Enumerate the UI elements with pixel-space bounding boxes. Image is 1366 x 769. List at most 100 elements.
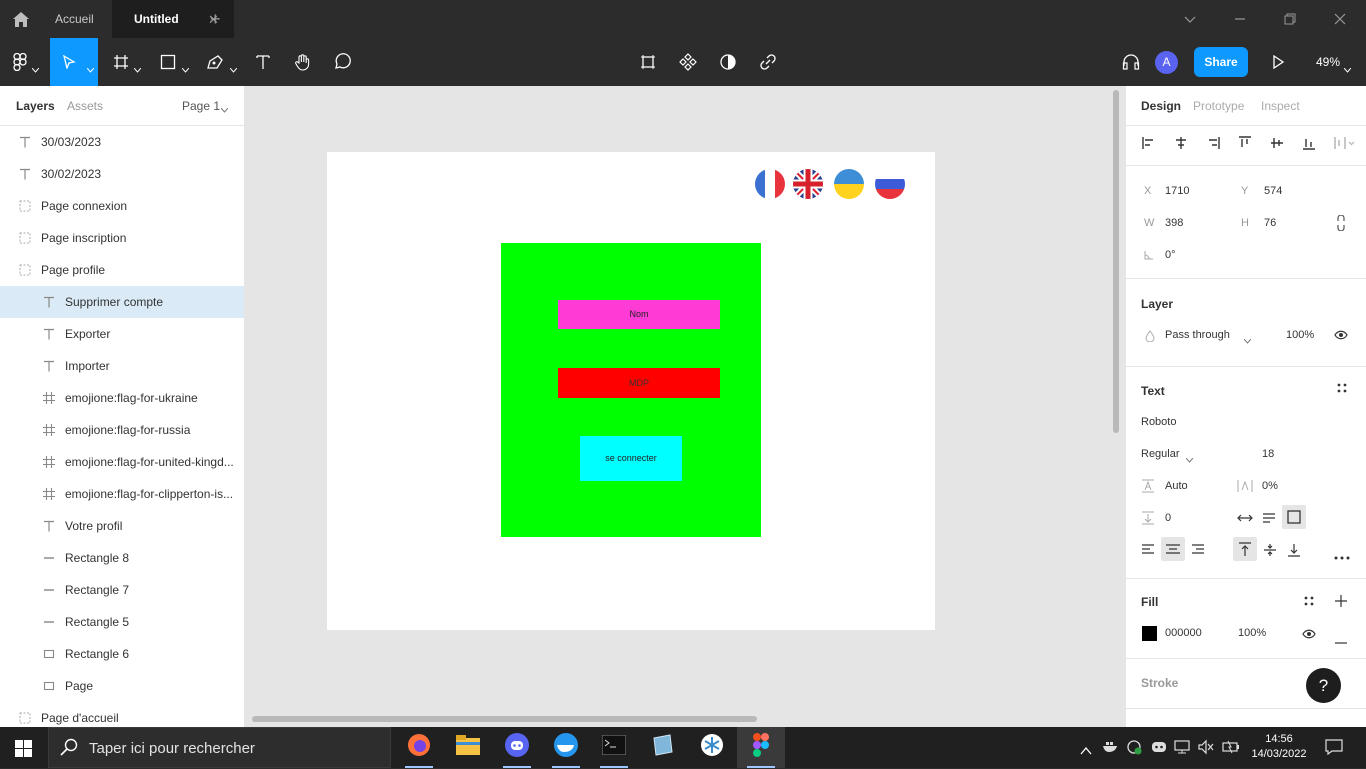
chevron-down-icon[interactable]	[220, 102, 229, 116]
constrain-proportions-icon[interactable]	[1336, 214, 1346, 234]
layer-row[interactable]: 30/03/2023	[0, 126, 244, 158]
layer-row[interactable]: Rectangle 8	[0, 542, 244, 574]
layer-row[interactable]: Exporter	[0, 318, 244, 350]
distribute-icon[interactable]	[1333, 135, 1355, 151]
tab-assets[interactable]: Assets	[67, 99, 103, 113]
link-tool[interactable]	[748, 38, 788, 86]
chevron-down-icon[interactable]	[1185, 452, 1194, 466]
letter-spacing-input[interactable]: 0%	[1262, 480, 1278, 492]
layer-row[interactable]: Page inscription	[0, 222, 244, 254]
tab-inspect[interactable]: Inspect	[1261, 99, 1300, 113]
paragraph-spacing-input[interactable]: 0	[1165, 512, 1171, 524]
audio-button[interactable]	[1111, 38, 1151, 86]
chevron-down-icon[interactable]	[31, 60, 40, 73]
share-button[interactable]: Share	[1194, 47, 1248, 77]
connect-button[interactable]: se connecter	[580, 436, 682, 481]
layer-row[interactable]: emojione:flag-for-russia	[0, 414, 244, 446]
auto-width-icon[interactable]	[1237, 511, 1253, 528]
chevron-down-icon[interactable]	[1243, 333, 1252, 347]
layer-row[interactable]: Importer	[0, 350, 244, 382]
chevron-up-icon[interactable]	[1080, 742, 1092, 760]
nom-field[interactable]: Nom	[558, 300, 720, 329]
docker-tray-icon[interactable]	[1102, 739, 1118, 758]
artboard-page-profile[interactable]: Nom MDP se connecter	[327, 152, 935, 630]
eye-icon[interactable]	[1302, 628, 1316, 643]
align-right-icon[interactable]	[1205, 135, 1221, 151]
discord-tray-icon[interactable]	[1151, 740, 1167, 758]
pen-tool[interactable]	[195, 38, 235, 86]
terminal-app[interactable]	[590, 727, 638, 768]
vertical-align-bottom-icon[interactable]	[1287, 543, 1301, 560]
layer-row[interactable]: Votre profil	[0, 510, 244, 542]
fill-hex-input[interactable]: 000000	[1165, 627, 1202, 639]
taskbar-search-input[interactable]: Taper ici pour rechercher	[48, 727, 391, 768]
font-size-input[interactable]: 18	[1262, 448, 1274, 460]
horizontal-scrollbar[interactable]	[252, 716, 757, 722]
h-input[interactable]: 76	[1264, 217, 1276, 229]
layer-row[interactable]: Supprimer compte	[0, 286, 244, 318]
tab-accueil[interactable]: Accueil	[55, 0, 94, 38]
tab-design[interactable]: Design	[1141, 99, 1181, 113]
notification-icon[interactable]	[1325, 739, 1343, 760]
avatar[interactable]: A	[1155, 51, 1178, 74]
volume-muted-icon[interactable]	[1198, 739, 1214, 760]
taskbar-clock[interactable]: 14:56 14/03/2022	[1248, 732, 1310, 762]
align-vertical-center-icon[interactable]	[1269, 135, 1285, 151]
chevron-down-icon[interactable]	[1182, 11, 1198, 27]
add-fill-icon[interactable]	[1334, 594, 1348, 611]
tab-prototype[interactable]: Prototype	[1193, 99, 1244, 113]
layer-row[interactable]: Page connexion	[0, 190, 244, 222]
text-align-center-icon[interactable]	[1161, 537, 1185, 561]
chevron-down-icon[interactable]	[229, 60, 238, 73]
security-tray-icon[interactable]	[1126, 739, 1142, 760]
docker-app[interactable]	[542, 727, 590, 768]
layer-row[interactable]: emojione:flag-for-ukraine	[0, 382, 244, 414]
fixed-size-icon[interactable]	[1282, 505, 1306, 529]
layer-opacity-input[interactable]: 100%	[1286, 329, 1314, 341]
align-top-icon[interactable]	[1237, 135, 1253, 151]
close-window-icon[interactable]	[1332, 11, 1348, 27]
chevron-down-icon[interactable]	[133, 60, 142, 73]
layer-row[interactable]: 30/02/2023	[0, 158, 244, 190]
layer-row[interactable]: Rectangle 5	[0, 606, 244, 638]
help-button[interactable]: ?	[1306, 668, 1341, 703]
remove-fill-icon[interactable]	[1334, 633, 1348, 647]
align-left-icon[interactable]	[1141, 135, 1157, 151]
vertical-align-middle-icon[interactable]	[1263, 543, 1277, 560]
w-input[interactable]: 398	[1165, 217, 1183, 229]
home-icon[interactable]	[12, 11, 30, 28]
line-height-input[interactable]: Auto	[1165, 480, 1188, 492]
figma-app[interactable]	[737, 727, 785, 768]
windows-start-icon[interactable]	[15, 740, 32, 762]
battery-icon[interactable]	[1222, 740, 1240, 759]
components-tool[interactable]	[668, 38, 708, 86]
layer-row[interactable]: Page	[0, 670, 244, 702]
layer-row[interactable]: Page profile	[0, 254, 244, 286]
align-bottom-icon[interactable]	[1301, 135, 1317, 151]
align-horizontal-center-icon[interactable]	[1173, 135, 1189, 151]
text-align-right-icon[interactable]	[1191, 543, 1205, 558]
mdp-field[interactable]: MDP	[558, 368, 720, 398]
move-tool[interactable]	[50, 38, 98, 86]
network-icon[interactable]	[1174, 739, 1190, 760]
y-input[interactable]: 574	[1264, 185, 1282, 197]
flag-russia-icon[interactable]	[875, 169, 905, 199]
tab-layers[interactable]: Layers	[16, 99, 55, 113]
text-tool[interactable]	[243, 38, 283, 86]
mask-tool[interactable]	[708, 38, 748, 86]
auto-height-icon[interactable]	[1261, 511, 1277, 528]
add-tab-icon[interactable]: +	[210, 9, 221, 30]
hand-tool[interactable]	[283, 38, 323, 86]
chevron-down-icon[interactable]	[86, 60, 95, 73]
fill-opacity-input[interactable]: 100%	[1238, 627, 1266, 639]
x-input[interactable]: 1710	[1165, 185, 1189, 197]
tab-untitled[interactable]: Untitled	[134, 0, 179, 38]
blend-mode-select[interactable]: Pass through	[1165, 329, 1230, 341]
flag-ukraine-icon[interactable]	[834, 169, 864, 199]
more-options-icon[interactable]	[1334, 549, 1350, 563]
comment-tool[interactable]	[322, 38, 362, 86]
notepad-app[interactable]	[639, 727, 687, 768]
firefox-app[interactable]	[395, 727, 443, 768]
text-styles-icon[interactable]	[1336, 382, 1348, 397]
flag-france-icon[interactable]	[755, 169, 785, 199]
